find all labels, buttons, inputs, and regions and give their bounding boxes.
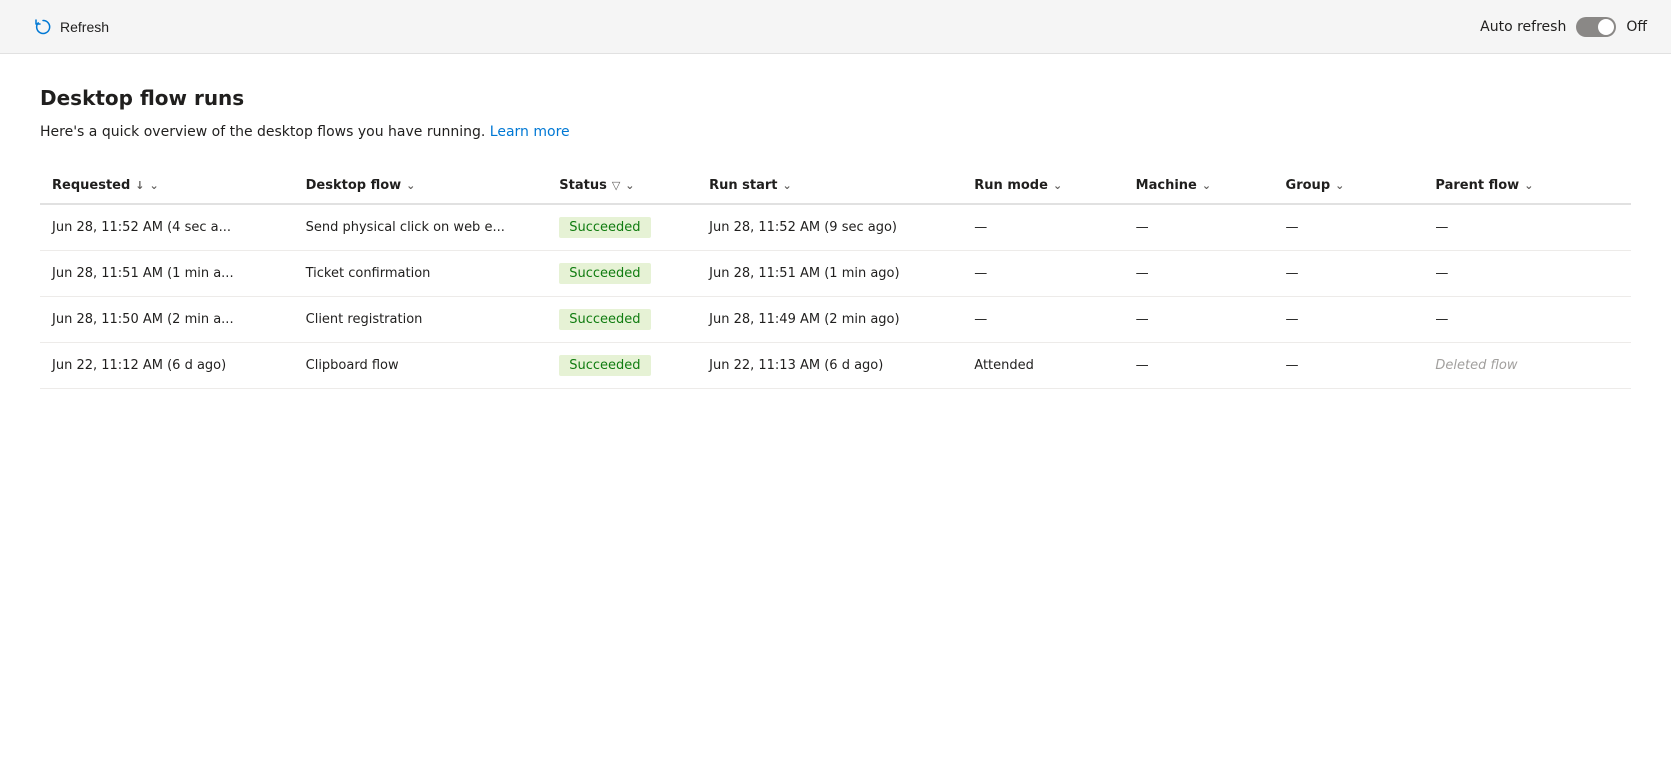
col-header-desktop-flow[interactable]: Desktop flow ⌄	[294, 168, 548, 204]
cell-machine: —	[1124, 251, 1274, 297]
col-header-run-start[interactable]: Run start ⌄	[697, 168, 962, 204]
cell-group: —	[1274, 204, 1424, 251]
description-text: Here's a quick overview of the desktop f…	[40, 124, 485, 140]
cell-parent_flow: —	[1423, 251, 1631, 297]
col-label-desktop-flow: Desktop flow	[306, 178, 402, 193]
chevron-down-icon-7: ⌄	[1335, 179, 1344, 192]
chevron-down-icon-2: ⌄	[406, 179, 415, 192]
cell-parent_flow: —	[1423, 204, 1631, 251]
chevron-down-icon-5: ⌄	[1053, 179, 1062, 192]
cell-parent_flow: Deleted flow	[1423, 343, 1631, 389]
col-header-machine[interactable]: Machine ⌄	[1124, 168, 1274, 204]
auto-refresh-label: Auto refresh	[1480, 19, 1566, 35]
auto-refresh-area: Auto refresh Off	[1480, 17, 1647, 37]
cell-run_mode: —	[962, 297, 1123, 343]
col-header-requested[interactable]: Requested ↓ ⌄	[40, 168, 294, 204]
table-header: Requested ↓ ⌄ Desktop flow ⌄ Status ▽	[40, 168, 1631, 204]
refresh-button[interactable]: Refresh	[24, 12, 119, 42]
col-header-group[interactable]: Group ⌄	[1274, 168, 1424, 204]
cell-desktop_flow: Send physical click on web e...	[294, 204, 548, 251]
cell-requested: Jun 28, 11:52 AM (4 sec a...	[40, 204, 294, 251]
table-row[interactable]: Jun 28, 11:50 AM (2 min a...Client regis…	[40, 297, 1631, 343]
cell-machine: —	[1124, 343, 1274, 389]
top-bar: Refresh Auto refresh Off	[0, 0, 1671, 54]
cell-machine: —	[1124, 297, 1274, 343]
cell-run_mode: —	[962, 204, 1123, 251]
cell-desktop_flow: Clipboard flow	[294, 343, 548, 389]
cell-status: Succeeded	[547, 297, 697, 343]
col-label-status: Status	[559, 178, 607, 193]
cell-requested: Jun 28, 11:51 AM (1 min a...	[40, 251, 294, 297]
status-badge: Succeeded	[559, 309, 650, 330]
chevron-down-icon-8: ⌄	[1524, 179, 1533, 192]
flow-runs-table: Requested ↓ ⌄ Desktop flow ⌄ Status ▽	[40, 168, 1631, 389]
cell-requested: Jun 22, 11:12 AM (6 d ago)	[40, 343, 294, 389]
cell-requested: Jun 28, 11:50 AM (2 min a...	[40, 297, 294, 343]
cell-machine: —	[1124, 204, 1274, 251]
toggle-knob	[1598, 19, 1614, 35]
col-header-parent-flow[interactable]: Parent flow ⌄	[1423, 168, 1631, 204]
refresh-label: Refresh	[60, 19, 109, 35]
cell-parent_flow: —	[1423, 297, 1631, 343]
chevron-down-icon: ⌄	[150, 179, 159, 192]
page-description: Here's a quick overview of the desktop f…	[40, 124, 1631, 140]
learn-more-link[interactable]: Learn more	[490, 124, 570, 140]
chevron-down-icon-3: ⌄	[625, 179, 634, 192]
cell-run_start: Jun 28, 11:51 AM (1 min ago)	[697, 251, 962, 297]
status-badge: Succeeded	[559, 263, 650, 284]
table-body: Jun 28, 11:52 AM (4 sec a...Send physica…	[40, 204, 1631, 389]
cell-desktop_flow: Client registration	[294, 297, 548, 343]
cell-run_start: Jun 22, 11:13 AM (6 d ago)	[697, 343, 962, 389]
sort-down-icon: ↓	[135, 179, 144, 192]
col-label-run-start: Run start	[709, 178, 777, 193]
cell-run_start: Jun 28, 11:52 AM (9 sec ago)	[697, 204, 962, 251]
cell-run_mode: Attended	[962, 343, 1123, 389]
refresh-icon	[34, 18, 52, 36]
chevron-down-icon-4: ⌄	[783, 179, 792, 192]
col-label-machine: Machine	[1136, 178, 1197, 193]
cell-status: Succeeded	[547, 343, 697, 389]
col-header-run-mode[interactable]: Run mode ⌄	[962, 168, 1123, 204]
cell-group: —	[1274, 297, 1424, 343]
filter-icon: ▽	[612, 179, 620, 192]
status-badge: Succeeded	[559, 217, 650, 238]
toggle-state-label: Off	[1626, 19, 1647, 35]
chevron-down-icon-6: ⌄	[1202, 179, 1211, 192]
cell-status: Succeeded	[547, 204, 697, 251]
table-row[interactable]: Jun 22, 11:12 AM (6 d ago)Clipboard flow…	[40, 343, 1631, 389]
page-title: Desktop flow runs	[40, 86, 1631, 110]
cell-group: —	[1274, 343, 1424, 389]
col-header-status[interactable]: Status ▽ ⌄	[547, 168, 697, 204]
cell-run_start: Jun 28, 11:49 AM (2 min ago)	[697, 297, 962, 343]
col-label-group: Group	[1286, 178, 1331, 193]
cell-group: —	[1274, 251, 1424, 297]
cell-status: Succeeded	[547, 251, 697, 297]
col-label-run-mode: Run mode	[974, 178, 1048, 193]
auto-refresh-toggle[interactable]	[1576, 17, 1616, 37]
header-row: Requested ↓ ⌄ Desktop flow ⌄ Status ▽	[40, 168, 1631, 204]
cell-desktop_flow: Ticket confirmation	[294, 251, 548, 297]
col-label-parent-flow: Parent flow	[1435, 178, 1519, 193]
table-row[interactable]: Jun 28, 11:51 AM (1 min a...Ticket confi…	[40, 251, 1631, 297]
main-content: Desktop flow runs Here's a quick overvie…	[0, 54, 1671, 763]
cell-run_mode: —	[962, 251, 1123, 297]
status-badge: Succeeded	[559, 355, 650, 376]
col-label-requested: Requested	[52, 178, 130, 193]
table-row[interactable]: Jun 28, 11:52 AM (4 sec a...Send physica…	[40, 204, 1631, 251]
